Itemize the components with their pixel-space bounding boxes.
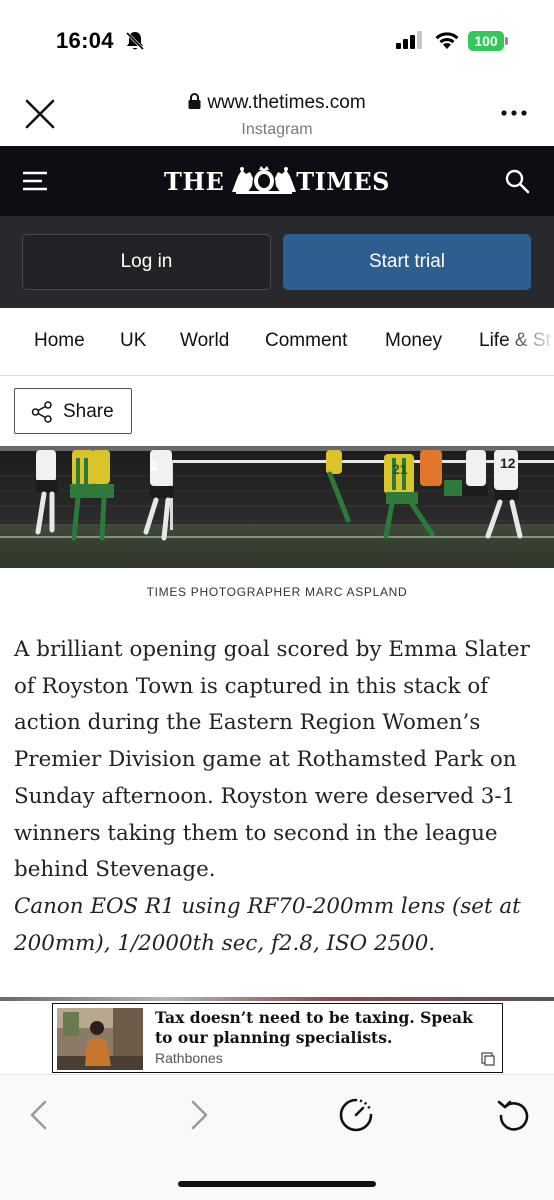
times-logo[interactable]: THE TIMES xyxy=(164,164,390,198)
article-paragraph: A brilliant opening goal scored by Emma … xyxy=(14,637,530,883)
crest-icon xyxy=(232,166,296,194)
nav-item-comment[interactable]: Comment xyxy=(265,330,347,352)
browser-toolbar xyxy=(0,1074,554,1200)
auth-bar: Log in Start trial xyxy=(0,216,554,308)
svg-text:2: 2 xyxy=(150,457,158,473)
status-time: 16:04 xyxy=(56,28,114,53)
svg-text:21: 21 xyxy=(392,461,408,477)
battery-level: 100 xyxy=(468,31,504,51)
share-button[interactable]: Share xyxy=(14,388,132,434)
status-bar: 16:04 100 xyxy=(0,0,554,80)
nav-item-uk[interactable]: UK xyxy=(120,330,146,352)
url-text: www.thetimes.com xyxy=(207,92,366,113)
url-bar[interactable]: www.thetimes.com xyxy=(0,92,554,114)
reload-icon[interactable] xyxy=(494,1095,534,1135)
signal-icon xyxy=(396,31,422,49)
source-label: Instagram xyxy=(241,121,313,138)
search-icon[interactable] xyxy=(504,168,530,194)
start-trial-button[interactable]: Start trial xyxy=(283,234,531,290)
bell-slash-icon xyxy=(125,31,145,51)
login-button[interactable]: Log in xyxy=(22,234,271,290)
nav-item-money[interactable]: Money xyxy=(385,330,442,352)
ad-banner[interactable]: Tax doesn’t need to be taxing. Speak to … xyxy=(52,1003,503,1073)
photo-caption: TIMES PHOTOGRAPHER MARC ASPLAND xyxy=(146,585,408,599)
menu-icon[interactable] xyxy=(22,170,48,192)
speed-icon[interactable] xyxy=(336,1095,376,1135)
forward-icon[interactable] xyxy=(178,1095,218,1135)
camera-details: Canon EOS R1 using RF70-200mm lens (set … xyxy=(14,893,521,956)
nav-item-home[interactable]: Home xyxy=(34,330,85,352)
battery-icon: 100 xyxy=(468,31,508,51)
ad-image xyxy=(57,1008,143,1070)
ad-brand: Rathbones xyxy=(155,1050,223,1066)
back-icon[interactable] xyxy=(20,1095,60,1135)
nav-item-world[interactable]: World xyxy=(180,330,229,352)
share-icon xyxy=(31,401,52,423)
wifi-icon xyxy=(435,32,459,49)
article-photo: 2 21 12 xyxy=(0,446,554,568)
section-nav: Home UK World Comment Money Life & St xyxy=(0,308,554,376)
browser-header: www.thetimes.com Instagram xyxy=(0,80,554,146)
article-body: A brilliant opening goal scored by Emma … xyxy=(14,632,544,962)
svg-text:12: 12 xyxy=(500,455,516,471)
logo-left: THE xyxy=(164,167,225,196)
more-icon[interactable] xyxy=(500,108,528,118)
logo-right: TIMES xyxy=(296,167,390,196)
lock-icon xyxy=(188,93,201,109)
ad-choices-icon[interactable] xyxy=(481,1052,495,1066)
share-label: Share xyxy=(63,401,114,422)
ad-headline: Tax doesn’t need to be taxing. Speak to … xyxy=(155,1008,473,1047)
masthead: THE TIMES xyxy=(0,146,554,216)
home-indicator[interactable] xyxy=(178,1181,376,1187)
